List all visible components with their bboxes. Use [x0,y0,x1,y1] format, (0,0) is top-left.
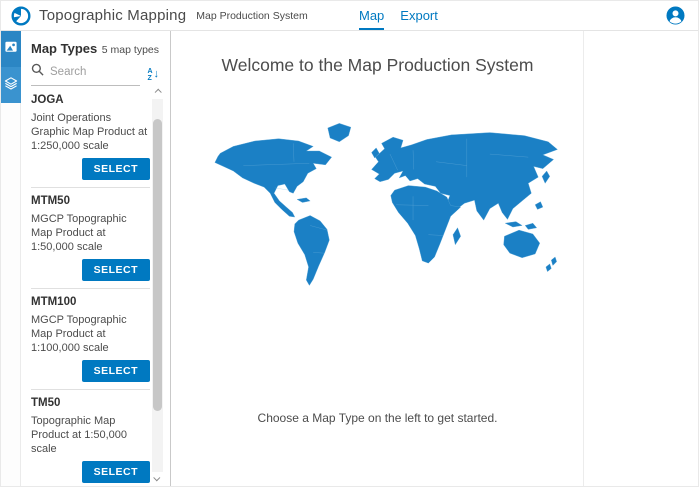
welcome-panel: Welcome to the Map Production System [172,31,584,486]
map-types-list: JOGA Joint Operations Graphic Map Produc… [22,87,150,486]
world-map-continents [215,123,558,285]
search-box [31,63,140,86]
map-type-name: JOGA [31,94,150,106]
app-window: Topographic Mapping Map Production Syste… [0,0,699,487]
instruction-text: Choose a Map Type on the left to get sta… [172,411,583,425]
select-button-joga[interactable]: SELECT [82,158,150,180]
map-type-name: MTM50 [31,195,150,207]
map-type-item-mtm50: MTM50 MGCP Topographic Map Product at 1:… [31,188,150,289]
app-title: Topographic Mapping [39,7,186,24]
app-logo-globe-icon [11,6,31,26]
sort-arrow-down-icon: ↓ [154,69,160,80]
sidebar-scrollbar[interactable] [152,85,163,486]
scrollbar-down-button[interactable] [152,472,163,485]
app-subtitle: Map Production System [196,10,307,22]
layers-icon [3,75,19,96]
select-button-tm50[interactable]: SELECT [82,461,150,483]
select-button-mtm50[interactable]: SELECT [82,259,150,281]
header-tabs: Map Export [359,1,438,30]
map-type-description: Joint Operations Graphic Map Product at … [31,111,150,153]
tab-export[interactable]: Export [400,1,438,30]
user-avatar-icon[interactable] [666,6,685,25]
map-types-panel: Map Types 5 map types A Z [22,31,170,486]
sort-az-letters: A Z [147,68,152,82]
sort-az-button[interactable]: A Z ↓ [147,68,159,82]
chevron-up-icon [155,89,162,96]
map-type-item-tm50: TM50 Topographic Map Product at 1:50,000… [31,390,150,486]
sidebar: Map Types 5 map types A Z [1,31,171,486]
basemap-icon [3,39,19,60]
rail-basemap-button[interactable] [1,31,21,67]
map-type-item-joga: JOGA Joint Operations Graphic Map Produc… [31,87,150,188]
welcome-title: Welcome to the Map Production System [172,55,583,76]
chevron-down-icon [153,474,160,481]
rail-layers-button[interactable] [1,67,21,103]
map-type-description: MGCP Topographic Map Product at 1:50,000… [31,212,150,254]
world-map-image [198,108,582,300]
tab-map[interactable]: Map [359,1,384,30]
select-button-mtm100[interactable]: SELECT [82,360,150,382]
map-type-name: TM50 [31,397,150,409]
panel-title: Map Types [31,41,97,56]
main-content: Welcome to the Map Production System [172,31,698,486]
map-type-description: MGCP Topographic Map Product at 1:100,00… [31,313,150,355]
search-input[interactable] [50,66,140,78]
app-header: Topographic Mapping Map Production Syste… [1,1,698,31]
map-type-description: Topographic Map Product at 1:50,000 scal… [31,414,150,456]
scrollbar-up-button[interactable] [152,85,163,98]
map-type-name: MTM100 [31,296,150,308]
map-types-count: 5 map types [102,44,159,56]
panel-header: Map Types 5 map types [22,31,170,56]
map-type-item-mtm100: MTM100 MGCP Topographic Map Product at 1… [31,289,150,390]
scrollbar-thumb[interactable] [153,119,162,411]
sidebar-icon-rail [1,31,21,486]
search-icon [31,63,44,81]
search-row: A Z ↓ [22,56,170,86]
